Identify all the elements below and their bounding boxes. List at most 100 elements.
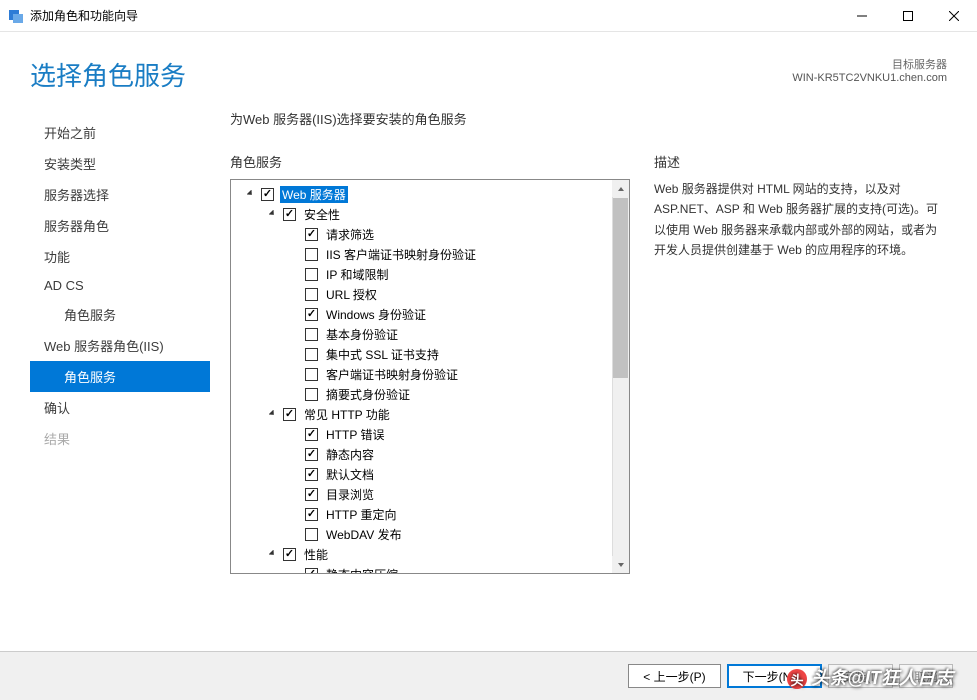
tree-row[interactable]: 性能: [231, 544, 629, 564]
tree-row[interactable]: 安全性: [231, 204, 629, 224]
sidebar-item-4[interactable]: 功能: [30, 241, 210, 272]
checkbox[interactable]: [305, 228, 318, 241]
description-label: 描述: [654, 152, 947, 171]
tree-row[interactable]: 静态内容: [231, 444, 629, 464]
sidebar-item-2[interactable]: 服务器选择: [30, 179, 210, 210]
previous-button[interactable]: < 上一步(P): [628, 664, 720, 688]
tree-row[interactable]: IIS 客户端证书映射身份验证: [231, 244, 629, 264]
checkbox[interactable]: [305, 448, 318, 461]
tree-item-label[interactable]: 常见 HTTP 功能: [302, 406, 392, 423]
role-services-tree[interactable]: Web 服务器安全性请求筛选 IIS 客户端证书映射身份验证 IP 和域限制 URL …: [230, 179, 630, 574]
checkbox[interactable]: [305, 308, 318, 321]
sidebar-item-9[interactable]: 确认: [30, 392, 210, 423]
tree-row[interactable]: HTTP 重定向: [231, 504, 629, 524]
tree-row[interactable]: 静态内容压缩: [231, 564, 629, 574]
maximize-button[interactable]: [885, 0, 931, 32]
tree-row[interactable]: Web 服务器: [231, 184, 629, 204]
tree-row[interactable]: 默认文档: [231, 464, 629, 484]
sidebar-item-10: 结果: [30, 423, 210, 454]
tree-item-label[interactable]: Web 服务器: [280, 186, 348, 203]
tree-item-label[interactable]: HTTP 错误: [324, 426, 386, 443]
tree-item-label[interactable]: 默认文档: [324, 466, 376, 483]
checkbox[interactable]: [305, 528, 318, 541]
tree-item-label[interactable]: IIS 客户端证书映射身份验证: [324, 246, 478, 263]
sidebar-item-3[interactable]: 服务器角色: [30, 210, 210, 241]
checkbox[interactable]: [283, 208, 296, 221]
tree-item-label[interactable]: 基本身份验证: [324, 326, 400, 343]
tree-row[interactable]: 目录浏览: [231, 484, 629, 504]
sidebar-item-8[interactable]: 角色服务: [30, 361, 210, 392]
tree-item-label[interactable]: 客户端证书映射身份验证: [324, 366, 460, 383]
checkbox[interactable]: [305, 288, 318, 301]
checkbox[interactable]: [305, 268, 318, 281]
description-panel: 描述 Web 服务器提供对 HTML 网站的支持，以及对 ASP.NET、ASP…: [654, 152, 947, 574]
checkbox[interactable]: [305, 368, 318, 381]
tree-item-label[interactable]: 安全性: [302, 206, 342, 223]
tree-row[interactable]: 集中式 SSL 证书支持: [231, 344, 629, 364]
checkbox[interactable]: [305, 388, 318, 401]
checkbox[interactable]: [283, 408, 296, 421]
checkbox[interactable]: [305, 568, 318, 575]
tree-row[interactable]: 客户端证书映射身份验证: [231, 364, 629, 384]
server-name: WIN-KR5TC2VNKU1.chen.com: [792, 72, 947, 84]
next-button[interactable]: 下一步(N) >: [727, 664, 822, 688]
checkbox[interactable]: [283, 548, 296, 561]
minimize-button[interactable]: [839, 0, 885, 32]
tree-row[interactable]: 请求筛选: [231, 224, 629, 244]
expander-icon[interactable]: [267, 408, 279, 420]
server-label: 目标服务器: [792, 56, 947, 72]
checkbox[interactable]: [305, 508, 318, 521]
tree-row[interactable]: HTTP 错误: [231, 424, 629, 444]
tree-row[interactable]: 基本身份验证: [231, 324, 629, 344]
sidebar-item-6[interactable]: 角色服务: [30, 299, 210, 330]
sidebar-item-5[interactable]: AD CS: [30, 272, 210, 299]
sidebar-item-7[interactable]: Web 服务器角色(IIS): [30, 330, 210, 361]
tree-item-label[interactable]: 性能: [302, 546, 330, 563]
tree-item-label[interactable]: Windows 身份验证: [324, 306, 428, 323]
checkbox[interactable]: [305, 468, 318, 481]
tree-item-label[interactable]: HTTP 重定向: [324, 506, 398, 523]
close-button[interactable]: [931, 0, 977, 32]
app-icon: [8, 8, 24, 24]
window-controls: [839, 0, 977, 32]
checkbox[interactable]: [305, 488, 318, 501]
scrollbar-thumb[interactable]: [613, 198, 628, 378]
tree-row[interactable]: 摘要式身份验证: [231, 384, 629, 404]
tree-item-label[interactable]: 摘要式身份验证: [324, 386, 412, 403]
sidebar-item-0[interactable]: 开始之前: [30, 117, 210, 148]
scroll-down-icon[interactable]: [612, 556, 629, 573]
tree-panel: 角色服务 Web 服务器安全性请求筛选 IIS 客户端证书映射身份验证 IP 和域限…: [230, 152, 630, 574]
checkbox[interactable]: [305, 428, 318, 441]
install-button: 安装(I): [828, 664, 893, 688]
tree-section-label: 角色服务: [230, 152, 630, 171]
tree-row[interactable]: Windows 身份验证: [231, 304, 629, 324]
tree-row[interactable]: IP 和域限制: [231, 264, 629, 284]
tree-item-label[interactable]: WebDAV 发布: [324, 526, 404, 543]
expander-icon[interactable]: [267, 208, 279, 220]
tree-row[interactable]: 常见 HTTP 功能: [231, 404, 629, 424]
tree-item-label[interactable]: 请求筛选: [324, 226, 376, 243]
checkbox[interactable]: [305, 248, 318, 261]
tree-item-label[interactable]: 集中式 SSL 证书支持: [324, 346, 441, 363]
tree-row[interactable]: URL 授权: [231, 284, 629, 304]
description-text: Web 服务器提供对 HTML 网站的支持，以及对 ASP.NET、ASP 和 …: [654, 179, 947, 261]
tree-item-label[interactable]: IP 和域限制: [324, 266, 390, 283]
sidebar-item-1[interactable]: 安装类型: [30, 148, 210, 179]
checkbox[interactable]: [261, 188, 274, 201]
tree-item-label[interactable]: 静态内容: [324, 446, 376, 463]
checkbox[interactable]: [305, 328, 318, 341]
tree-item-label[interactable]: 静态内容压缩: [324, 566, 400, 575]
main-area: 为Web 服务器(IIS)选择要安装的角色服务 角色服务 Web 服务器安全性请…: [230, 109, 947, 574]
page-title: 选择角色服务: [30, 56, 186, 93]
tree-item-label[interactable]: 目录浏览: [324, 486, 376, 503]
cancel-button: 取消: [899, 664, 953, 688]
tree-item-label[interactable]: URL 授权: [324, 286, 379, 303]
tree-row[interactable]: WebDAV 发布: [231, 524, 629, 544]
scroll-up-icon[interactable]: [612, 180, 629, 197]
expander-icon[interactable]: [267, 548, 279, 560]
expander-icon[interactable]: [245, 188, 257, 200]
scrollbar[interactable]: [612, 180, 629, 573]
window-title: 添加角色和功能向导: [30, 7, 839, 24]
checkbox[interactable]: [305, 348, 318, 361]
server-info: 目标服务器 WIN-KR5TC2VNKU1.chen.com: [792, 56, 947, 84]
